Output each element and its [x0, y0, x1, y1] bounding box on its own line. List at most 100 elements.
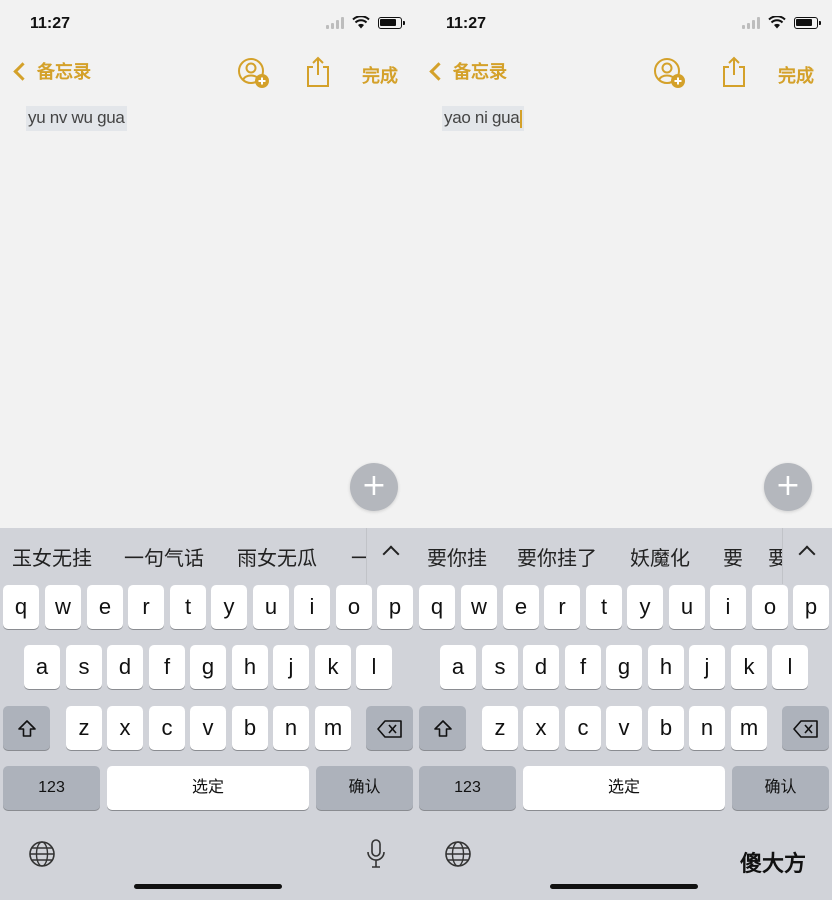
key-u[interactable]: u: [253, 585, 289, 629]
key-o[interactable]: o: [336, 585, 372, 629]
key-f[interactable]: f: [565, 645, 601, 689]
key-d[interactable]: d: [523, 645, 559, 689]
candidate-item[interactable]: 要: [723, 542, 743, 571]
key-f[interactable]: f: [149, 645, 185, 689]
done-button[interactable]: 完成: [362, 62, 398, 88]
key-d[interactable]: d: [107, 645, 143, 689]
shift-key[interactable]: [419, 706, 466, 750]
key-q[interactable]: q: [3, 585, 39, 629]
key-q[interactable]: q: [419, 585, 455, 629]
key-l[interactable]: l: [356, 645, 392, 689]
key-w[interactable]: w: [45, 585, 81, 629]
back-button[interactable]: 备忘录: [426, 58, 507, 84]
candidate-item[interactable]: 一句气话: [124, 542, 204, 571]
key-c[interactable]: c: [565, 706, 601, 750]
key-j[interactable]: j: [689, 645, 725, 689]
candidate-item[interactable]: 妖魔化: [630, 542, 690, 571]
status-icons: [742, 16, 821, 29]
key-u[interactable]: u: [669, 585, 705, 629]
key-h[interactable]: h: [232, 645, 268, 689]
key-k[interactable]: k: [315, 645, 351, 689]
phone-screen-left: 11:27 备忘录 完成 yu nv wu gua + 玉女无挂 一句气话 雨女…: [0, 0, 416, 900]
note-text-field[interactable]: yao ni gua: [442, 106, 525, 131]
confirm-key[interactable]: 确认: [732, 766, 829, 810]
key-k[interactable]: k: [731, 645, 767, 689]
status-bar: 11:27: [416, 0, 832, 50]
shift-icon: [433, 720, 452, 737]
key-s[interactable]: s: [482, 645, 518, 689]
space-key[interactable]: 选定: [523, 766, 725, 810]
key-a[interactable]: a: [440, 645, 476, 689]
home-indicator[interactable]: [550, 884, 698, 889]
battery-icon: [378, 16, 405, 29]
candidate-expand-button[interactable]: [366, 528, 416, 584]
note-text-field[interactable]: yu nv wu gua: [26, 106, 127, 131]
text-cursor: [520, 109, 523, 128]
key-g[interactable]: g: [606, 645, 642, 689]
plus-icon[interactable]: +: [764, 463, 812, 511]
share-icon[interactable]: [721, 56, 747, 88]
key-e[interactable]: e: [87, 585, 123, 629]
shift-key[interactable]: [3, 706, 50, 750]
microphone-icon[interactable]: [366, 838, 386, 870]
key-p[interactable]: p: [377, 585, 413, 629]
delete-key[interactable]: [366, 706, 413, 750]
key-x[interactable]: x: [107, 706, 143, 750]
key-b[interactable]: b: [648, 706, 684, 750]
candidate-item[interactable]: 雨女无瓜: [237, 542, 317, 571]
candidate-item[interactable]: 要你挂: [427, 542, 487, 571]
plus-icon[interactable]: +: [350, 463, 398, 511]
candidate-item[interactable]: 玉女无挂: [12, 542, 92, 571]
key-c[interactable]: c: [149, 706, 185, 750]
key-p[interactable]: p: [793, 585, 829, 629]
done-button[interactable]: 完成: [778, 62, 814, 88]
key-t[interactable]: t: [170, 585, 206, 629]
key-b[interactable]: b: [232, 706, 268, 750]
key-z[interactable]: z: [482, 706, 518, 750]
candidate-expand-button[interactable]: [782, 528, 832, 584]
candidate-item[interactable]: 要你挂了: [517, 542, 597, 571]
key-a[interactable]: a: [24, 645, 60, 689]
key-s[interactable]: s: [66, 645, 102, 689]
key-i[interactable]: i: [710, 585, 746, 629]
key-t[interactable]: t: [586, 585, 622, 629]
globe-icon[interactable]: [444, 840, 472, 868]
key-l[interactable]: l: [772, 645, 808, 689]
delete-key[interactable]: [782, 706, 829, 750]
keyboard: 玉女无挂 一句气话 雨女无瓜 一 q w e r t y u i o p a s…: [0, 528, 416, 900]
key-m[interactable]: m: [731, 706, 767, 750]
add-contact-icon[interactable]: [652, 56, 686, 90]
signal-icon: [742, 16, 760, 29]
key-o[interactable]: o: [752, 585, 788, 629]
confirm-key[interactable]: 确认: [316, 766, 413, 810]
key-j[interactable]: j: [273, 645, 309, 689]
keyboard: 要你挂 要你挂了 妖魔化 要 要 q w e r t y u i o p a s…: [416, 528, 832, 900]
numbers-key[interactable]: 123: [3, 766, 100, 810]
status-bar: 11:27: [0, 0, 416, 50]
space-key[interactable]: 选定: [107, 766, 309, 810]
key-v[interactable]: v: [190, 706, 226, 750]
numbers-key[interactable]: 123: [419, 766, 516, 810]
key-n[interactable]: n: [689, 706, 725, 750]
key-r[interactable]: r: [128, 585, 164, 629]
key-n[interactable]: n: [273, 706, 309, 750]
home-indicator[interactable]: [134, 884, 282, 889]
key-y[interactable]: y: [211, 585, 247, 629]
key-g[interactable]: g: [190, 645, 226, 689]
key-r[interactable]: r: [544, 585, 580, 629]
key-x[interactable]: x: [523, 706, 559, 750]
key-i[interactable]: i: [294, 585, 330, 629]
key-z[interactable]: z: [66, 706, 102, 750]
note-marked-text: yu nv wu gua: [28, 108, 125, 127]
key-e[interactable]: e: [503, 585, 539, 629]
globe-icon[interactable]: [28, 840, 56, 868]
share-icon[interactable]: [305, 56, 331, 88]
key-y[interactable]: y: [627, 585, 663, 629]
key-h[interactable]: h: [648, 645, 684, 689]
back-button[interactable]: 备忘录: [10, 58, 91, 84]
key-m[interactable]: m: [315, 706, 351, 750]
add-contact-icon[interactable]: [236, 56, 270, 90]
backspace-icon: [792, 720, 818, 738]
key-v[interactable]: v: [606, 706, 642, 750]
key-w[interactable]: w: [461, 585, 497, 629]
